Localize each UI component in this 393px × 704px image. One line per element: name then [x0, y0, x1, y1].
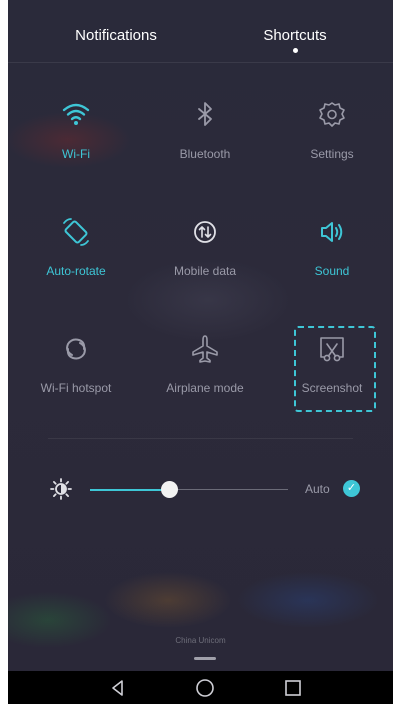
auto-brightness-checkbox[interactable]: ✓ [343, 480, 360, 497]
panel-drag-handle[interactable] [194, 657, 216, 660]
sound-label: Sound [314, 264, 350, 278]
gear-icon [319, 102, 345, 127]
airplane-icon [192, 335, 218, 363]
screenshot-highlight-box [294, 326, 376, 412]
wifi-label: Wi-Fi [62, 147, 90, 161]
brightness-track[interactable] [170, 489, 288, 490]
auto-brightness-label: Auto [305, 482, 330, 496]
settings-label: Settings [310, 147, 354, 161]
rotate-icon [63, 218, 89, 246]
navigation-bar [8, 671, 393, 704]
speaker-icon [321, 222, 343, 242]
brightness-row: Auto ✓ [8, 470, 393, 510]
tab-notifications[interactable]: Notifications [41, 27, 191, 44]
home-icon[interactable] [194, 677, 216, 699]
brightness-icon [50, 478, 72, 500]
recents-icon[interactable] [282, 677, 304, 699]
quick-settings-screen: Notifications Shortcuts Wi-Fi Bluetooth [8, 0, 393, 704]
airplane-mode-label: Airplane mode [166, 381, 244, 395]
mobile-data-icon [194, 221, 216, 243]
check-icon: ✓ [346, 482, 357, 494]
auto-rotate-label: Auto-rotate [46, 264, 106, 278]
divider [48, 438, 353, 439]
shortcuts-panel: Notifications Shortcuts Wi-Fi Bluetooth [8, 0, 393, 671]
wifi-hotspot-tile[interactable]: Wi-Fi hotspot [12, 331, 140, 421]
back-icon[interactable] [107, 677, 129, 699]
bluetooth-tile[interactable]: Bluetooth [141, 97, 269, 187]
carrier-label: China Unicom [175, 636, 226, 645]
airplane-mode-tile[interactable]: Airplane mode [141, 331, 269, 421]
wifi-hotspot-label: Wi-Fi hotspot [40, 381, 112, 395]
mobile-data-label: Mobile data [173, 264, 237, 278]
brightness-track-filled [90, 489, 170, 491]
bluetooth-label: Bluetooth [179, 147, 231, 161]
brightness-slider-thumb[interactable] [161, 481, 178, 498]
hotspot-icon [66, 338, 86, 360]
panel-tabs: Notifications Shortcuts [8, 0, 393, 63]
wifi-icon [62, 103, 90, 125]
settings-tile[interactable]: Settings [268, 97, 393, 187]
auto-rotate-tile[interactable]: Auto-rotate [12, 214, 140, 304]
wifi-tile[interactable]: Wi-Fi [12, 97, 140, 187]
mobile-data-tile[interactable]: Mobile data [141, 214, 269, 304]
tab-shortcuts[interactable]: Shortcuts [220, 27, 370, 44]
sound-tile[interactable]: Sound [268, 214, 393, 304]
active-tab-indicator [293, 48, 298, 53]
bluetooth-icon [198, 102, 212, 126]
